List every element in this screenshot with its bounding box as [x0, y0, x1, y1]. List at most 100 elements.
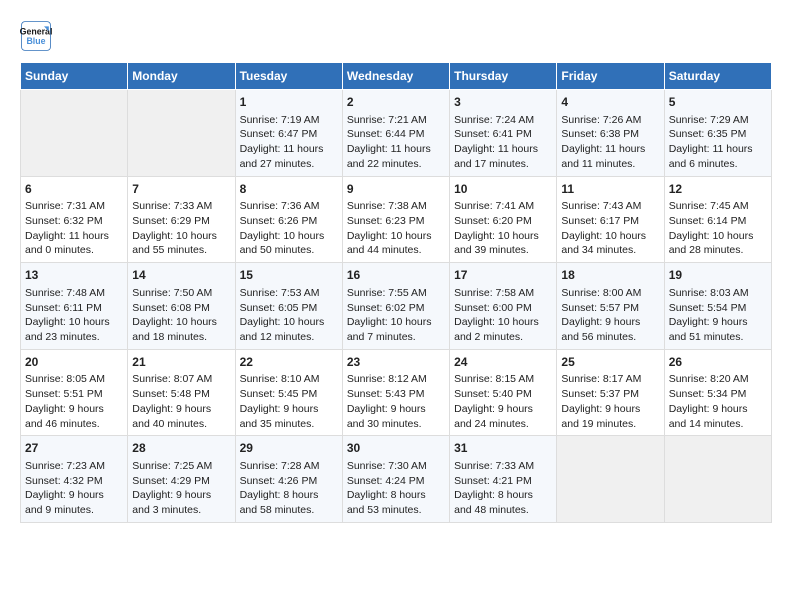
day-number: 18: [561, 267, 659, 284]
day-info: Sunset: 6:17 PM: [561, 214, 659, 229]
day-info: Sunset: 4:21 PM: [454, 474, 552, 489]
calendar-table: SundayMondayTuesdayWednesdayThursdayFrid…: [20, 62, 772, 523]
calendar-cell: [557, 436, 664, 523]
calendar-cell: 29Sunrise: 7:28 AMSunset: 4:26 PMDayligh…: [235, 436, 342, 523]
day-info: Sunrise: 8:15 AM: [454, 372, 552, 387]
day-info: and 27 minutes.: [240, 157, 338, 172]
day-info: Sunrise: 8:00 AM: [561, 286, 659, 301]
day-info: Daylight: 8 hours: [454, 488, 552, 503]
day-number: 15: [240, 267, 338, 284]
day-info: Daylight: 9 hours: [25, 488, 123, 503]
calendar-cell: 17Sunrise: 7:58 AMSunset: 6:00 PMDayligh…: [450, 263, 557, 350]
day-info: Sunset: 6:41 PM: [454, 127, 552, 142]
day-info: and 19 minutes.: [561, 417, 659, 432]
calendar-cell: 16Sunrise: 7:55 AMSunset: 6:02 PMDayligh…: [342, 263, 449, 350]
header-day-tuesday: Tuesday: [235, 63, 342, 90]
calendar-cell: 2Sunrise: 7:21 AMSunset: 6:44 PMDaylight…: [342, 90, 449, 177]
calendar-cell: 30Sunrise: 7:30 AMSunset: 4:24 PMDayligh…: [342, 436, 449, 523]
calendar-cell: [128, 90, 235, 177]
day-info: and 22 minutes.: [347, 157, 445, 172]
day-info: and 56 minutes.: [561, 330, 659, 345]
day-info: Sunrise: 7:19 AM: [240, 113, 338, 128]
day-number: 9: [347, 181, 445, 198]
calendar-cell: 8Sunrise: 7:36 AMSunset: 6:26 PMDaylight…: [235, 176, 342, 263]
day-info: Sunrise: 7:23 AM: [25, 459, 123, 474]
day-info: Daylight: 11 hours: [454, 142, 552, 157]
calendar-week-row: 1Sunrise: 7:19 AMSunset: 6:47 PMDaylight…: [21, 90, 772, 177]
calendar-cell: 7Sunrise: 7:33 AMSunset: 6:29 PMDaylight…: [128, 176, 235, 263]
day-info: and 11 minutes.: [561, 157, 659, 172]
day-info: and 14 minutes.: [669, 417, 767, 432]
day-info: Sunset: 6:29 PM: [132, 214, 230, 229]
day-info: and 58 minutes.: [240, 503, 338, 518]
day-number: 31: [454, 440, 552, 457]
day-info: Daylight: 10 hours: [240, 315, 338, 330]
calendar-cell: 31 Sunrise: 7:33 AMSunset: 4:21 PMDayligh…: [450, 436, 557, 523]
header-day-monday: Monday: [128, 63, 235, 90]
day-number: 6: [25, 181, 123, 198]
calendar-cell: 9Sunrise: 7:38 AMSunset: 6:23 PMDaylight…: [342, 176, 449, 263]
calendar-week-row: 27Sunrise: 7:23 AMSunset: 4:32 PMDayligh…: [21, 436, 772, 523]
day-info: Sunset: 6:00 PM: [454, 301, 552, 316]
day-info: Daylight: 8 hours: [240, 488, 338, 503]
day-info: Daylight: 9 hours: [25, 402, 123, 417]
calendar-cell: 24Sunrise: 8:15 AMSunset: 5:40 PMDayligh…: [450, 349, 557, 436]
day-info: Sunrise: 7:43 AM: [561, 199, 659, 214]
day-info: Sunrise: 7:41 AM: [454, 199, 552, 214]
calendar-cell: 28Sunrise: 7:25 AMSunset: 4:29 PMDayligh…: [128, 436, 235, 523]
day-info: Sunset: 6:26 PM: [240, 214, 338, 229]
day-info: Sunrise: 8:07 AM: [132, 372, 230, 387]
day-info: Daylight: 10 hours: [347, 229, 445, 244]
day-info: Sunrise: 8:17 AM: [561, 372, 659, 387]
day-info: and 3 minutes.: [132, 503, 230, 518]
day-info: Sunrise: 7:26 AM: [561, 113, 659, 128]
calendar-cell: [21, 90, 128, 177]
day-info: and 18 minutes.: [132, 330, 230, 345]
logo-icon: General Blue: [20, 20, 52, 52]
day-info: Sunset: 4:32 PM: [25, 474, 123, 489]
day-info: and 9 minutes.: [25, 503, 123, 518]
day-info: and 35 minutes.: [240, 417, 338, 432]
calendar-cell: 20Sunrise: 8:05 AMSunset: 5:51 PMDayligh…: [21, 349, 128, 436]
logo: General Blue: [20, 20, 52, 52]
calendar-cell: [664, 436, 771, 523]
day-info: Daylight: 9 hours: [454, 402, 552, 417]
day-info: Sunset: 6:02 PM: [347, 301, 445, 316]
day-number: 2: [347, 94, 445, 111]
day-info: Sunset: 5:43 PM: [347, 387, 445, 402]
calendar-cell: 10Sunrise: 7:41 AMSunset: 6:20 PMDayligh…: [450, 176, 557, 263]
calendar-cell: 1Sunrise: 7:19 AMSunset: 6:47 PMDaylight…: [235, 90, 342, 177]
day-info: and 0 minutes.: [25, 243, 123, 258]
day-info: and 24 minutes.: [454, 417, 552, 432]
day-info: Sunset: 5:40 PM: [454, 387, 552, 402]
day-number: 25: [561, 354, 659, 371]
day-info: Daylight: 10 hours: [454, 229, 552, 244]
calendar-cell: 26Sunrise: 8:20 AMSunset: 5:34 PMDayligh…: [664, 349, 771, 436]
day-info: Sunrise: 7:33 AM: [132, 199, 230, 214]
day-info: Sunrise: 7:33 AM: [454, 459, 552, 474]
day-info: Daylight: 9 hours: [347, 402, 445, 417]
day-info: Daylight: 9 hours: [132, 402, 230, 417]
day-info: Daylight: 11 hours: [25, 229, 123, 244]
day-info: Sunrise: 7:48 AM: [25, 286, 123, 301]
day-info: Sunrise: 7:30 AM: [347, 459, 445, 474]
day-info: and 44 minutes.: [347, 243, 445, 258]
day-number: 4: [561, 94, 659, 111]
calendar-cell: 27Sunrise: 7:23 AMSunset: 4:32 PMDayligh…: [21, 436, 128, 523]
day-info: Sunset: 5:51 PM: [25, 387, 123, 402]
calendar-cell: 15Sunrise: 7:53 AMSunset: 6:05 PMDayligh…: [235, 263, 342, 350]
day-info: Daylight: 9 hours: [132, 488, 230, 503]
day-info: Sunrise: 7:55 AM: [347, 286, 445, 301]
day-info: Daylight: 10 hours: [132, 229, 230, 244]
day-info: Daylight: 10 hours: [347, 315, 445, 330]
day-info: Sunset: 5:45 PM: [240, 387, 338, 402]
day-number: 26: [669, 354, 767, 371]
day-number: 14: [132, 267, 230, 284]
day-info: and 50 minutes.: [240, 243, 338, 258]
day-info: Sunset: 5:54 PM: [669, 301, 767, 316]
day-number: 13: [25, 267, 123, 284]
day-number: 23: [347, 354, 445, 371]
calendar-cell: 14Sunrise: 7:50 AMSunset: 6:08 PMDayligh…: [128, 263, 235, 350]
calendar-cell: 5Sunrise: 7:29 AMSunset: 6:35 PMDaylight…: [664, 90, 771, 177]
day-info: Daylight: 10 hours: [132, 315, 230, 330]
